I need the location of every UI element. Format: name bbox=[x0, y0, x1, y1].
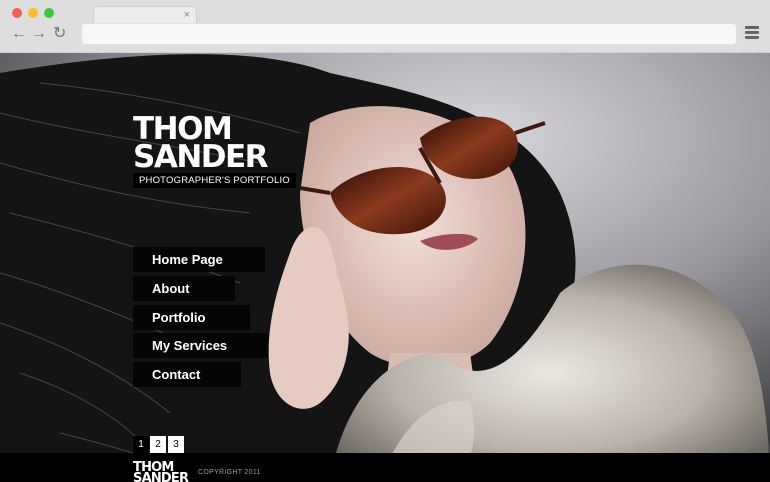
nav-item-services[interactable]: My Services bbox=[133, 333, 268, 358]
nav-item-home[interactable]: Home Page bbox=[133, 247, 265, 272]
page-viewport: THOM SANDER PHOTOGRAPHER'S PORTFOLIO Hom… bbox=[0, 53, 770, 482]
back-icon[interactable]: ← bbox=[11, 24, 27, 44]
browser-chrome: × ← → ↻ bbox=[0, 0, 770, 53]
page-3-button[interactable]: 3 bbox=[168, 436, 184, 453]
close-window-button[interactable] bbox=[12, 8, 22, 18]
hero-photo bbox=[0, 53, 770, 482]
browser-tab[interactable]: × bbox=[93, 6, 197, 23]
site-tagline: PHOTOGRAPHER'S PORTFOLIO bbox=[133, 173, 296, 188]
copyright-text: COPYRIGHT 2011 bbox=[198, 469, 261, 476]
page-2-button[interactable]: 2 bbox=[150, 436, 166, 453]
nav-item-about[interactable]: About bbox=[133, 276, 235, 301]
footer-logo[interactable]: THOM SANDER bbox=[133, 461, 189, 482]
address-bar[interactable] bbox=[81, 23, 737, 45]
page-1-button[interactable]: 1 bbox=[133, 436, 149, 453]
forward-icon[interactable]: → bbox=[31, 24, 47, 44]
logo-line-2: SANDER bbox=[133, 139, 269, 175]
minimize-window-button[interactable] bbox=[28, 8, 38, 18]
footer-logo-line-2: SANDER bbox=[133, 471, 189, 482]
nav-item-portfolio[interactable]: Portfolio bbox=[133, 305, 250, 330]
hamburger-icon[interactable] bbox=[745, 26, 759, 40]
tab-close-icon[interactable]: × bbox=[184, 8, 190, 22]
site-footer: THOM SANDER COPYRIGHT 2011 bbox=[0, 453, 770, 482]
nav-item-contact[interactable]: Contact bbox=[133, 362, 241, 387]
site-logo[interactable]: THOM SANDER bbox=[133, 114, 269, 175]
reload-icon[interactable]: ↻ bbox=[53, 24, 66, 44]
maximize-window-button[interactable] bbox=[44, 8, 54, 18]
